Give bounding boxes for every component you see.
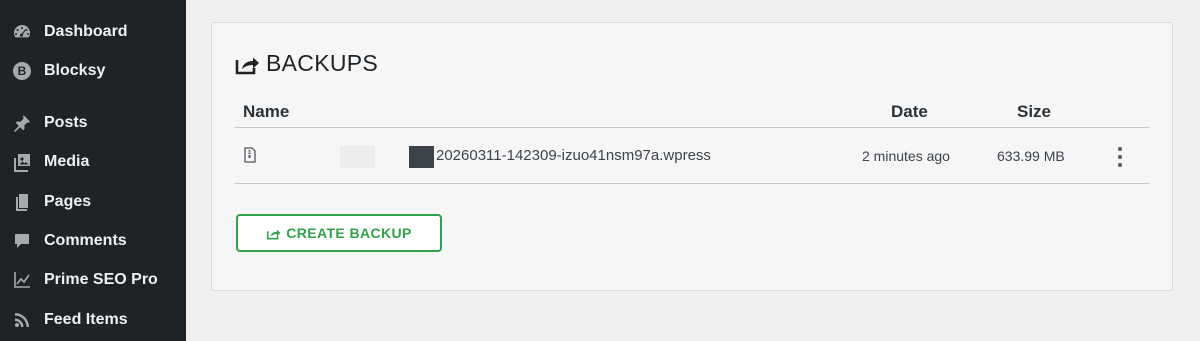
sidebar-item-label: Blocksy <box>44 62 106 79</box>
sidebar-item-feed-items[interactable]: Feed Items <box>0 302 186 338</box>
media-icon <box>11 151 33 173</box>
redacted-block <box>409 146 434 168</box>
row-thumbnail-placeholder <box>340 146 375 168</box>
sidebar-item-prime-seo-pro[interactable]: Prime SEO Pro <box>0 262 186 298</box>
sidebar-item-label: Feed Items <box>44 311 128 328</box>
sidebar-item-label: Media <box>44 153 90 170</box>
table-header-divider <box>235 127 1149 128</box>
pushpin-icon <box>11 112 33 134</box>
create-backup-button[interactable]: CREATE BACKUP <box>236 214 442 252</box>
page-title: BACKUPS <box>266 50 379 76</box>
sidebar-item-label: Dashboard <box>44 23 128 40</box>
admin-sidebar: Dashboard B Blocksy Posts Media Pages Co… <box>0 0 186 341</box>
sidebar-item-pages[interactable]: Pages <box>0 184 186 220</box>
sidebar-item-label: Posts <box>44 114 88 131</box>
backup-filename[interactable]: 20260311-142309-izuo41nsm97a.wpress <box>436 147 711 164</box>
panel-title: BACKUPS <box>234 50 378 77</box>
sidebar-item-media[interactable]: Media <box>0 144 186 180</box>
column-header-size: Size <box>1017 102 1052 121</box>
export-icon <box>266 227 281 240</box>
blocksy-logo-icon: B <box>11 60 33 82</box>
sidebar-item-comments[interactable]: Comments <box>0 223 186 259</box>
rss-icon <box>11 309 33 331</box>
backup-date: 2 minutes ago <box>862 148 950 164</box>
create-backup-label: CREATE BACKUP <box>286 225 412 241</box>
sidebar-item-blocksy[interactable]: B Blocksy <box>0 53 186 89</box>
sidebar-item-label: Pages <box>44 193 92 210</box>
more-actions-icon[interactable] <box>1110 145 1130 169</box>
sidebar-item-posts[interactable]: Posts <box>0 105 186 141</box>
line-chart-icon <box>11 269 33 291</box>
svg-text:B: B <box>18 64 27 78</box>
comment-bubble-icon <box>11 230 33 252</box>
sidebar-item-label: Prime SEO Pro <box>44 271 158 288</box>
sidebar-item-label: Comments <box>44 232 127 249</box>
pages-icon <box>11 191 33 213</box>
backup-size: 633.99 MB <box>997 148 1065 164</box>
backups-panel: BACKUPS Name Date Size 20260311-142309-i… <box>211 22 1173 291</box>
column-header-name: Name <box>243 102 290 121</box>
table-row-divider <box>235 183 1149 184</box>
export-icon <box>234 52 260 76</box>
sidebar-item-dashboard[interactable]: Dashboard <box>0 14 186 50</box>
dashboard-icon <box>11 21 33 43</box>
column-header-date: Date <box>891 102 928 121</box>
archive-file-icon <box>243 147 257 163</box>
